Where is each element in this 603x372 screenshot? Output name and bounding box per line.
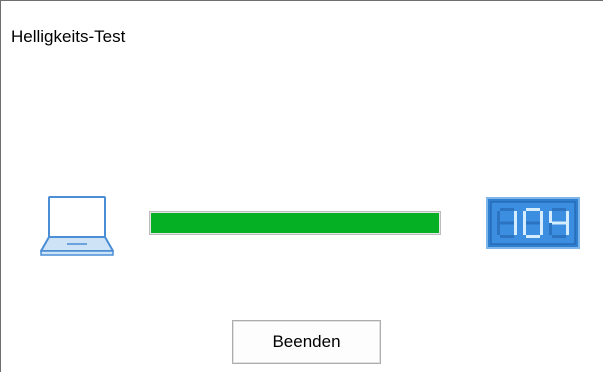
brightness-progress-bar: [149, 211, 441, 235]
segment-b: [566, 211, 569, 223]
quit-button-label: Beenden: [272, 332, 341, 351]
segment-f: [497, 211, 500, 223]
segment-d: [552, 235, 566, 238]
quit-button[interactable]: Beenden: [232, 320, 381, 364]
segment-e: [549, 223, 552, 235]
segment-a: [500, 208, 514, 211]
segment-f: [549, 211, 552, 223]
segment-c: [540, 223, 543, 235]
window-title: Helligkeits-Test: [11, 27, 126, 46]
segment-a: [552, 208, 566, 211]
app-window: Helligkeits-Test Beenden: [0, 0, 603, 372]
segment-g: [500, 221, 514, 225]
segment-f: [523, 211, 526, 223]
segment-c: [566, 223, 569, 235]
segment-b: [540, 211, 543, 223]
segment-g: [552, 221, 566, 225]
digital-display-icon: [486, 197, 580, 249]
segment-d: [500, 235, 514, 238]
segment-c: [514, 223, 517, 235]
segment-g: [526, 221, 540, 225]
segment-e: [523, 223, 526, 235]
segment-b: [514, 211, 517, 223]
segment-a: [526, 208, 540, 211]
brightness-progress-fill: [151, 213, 439, 233]
laptop-icon: [40, 196, 114, 256]
segment-d: [526, 235, 540, 238]
segment-e: [497, 223, 500, 235]
